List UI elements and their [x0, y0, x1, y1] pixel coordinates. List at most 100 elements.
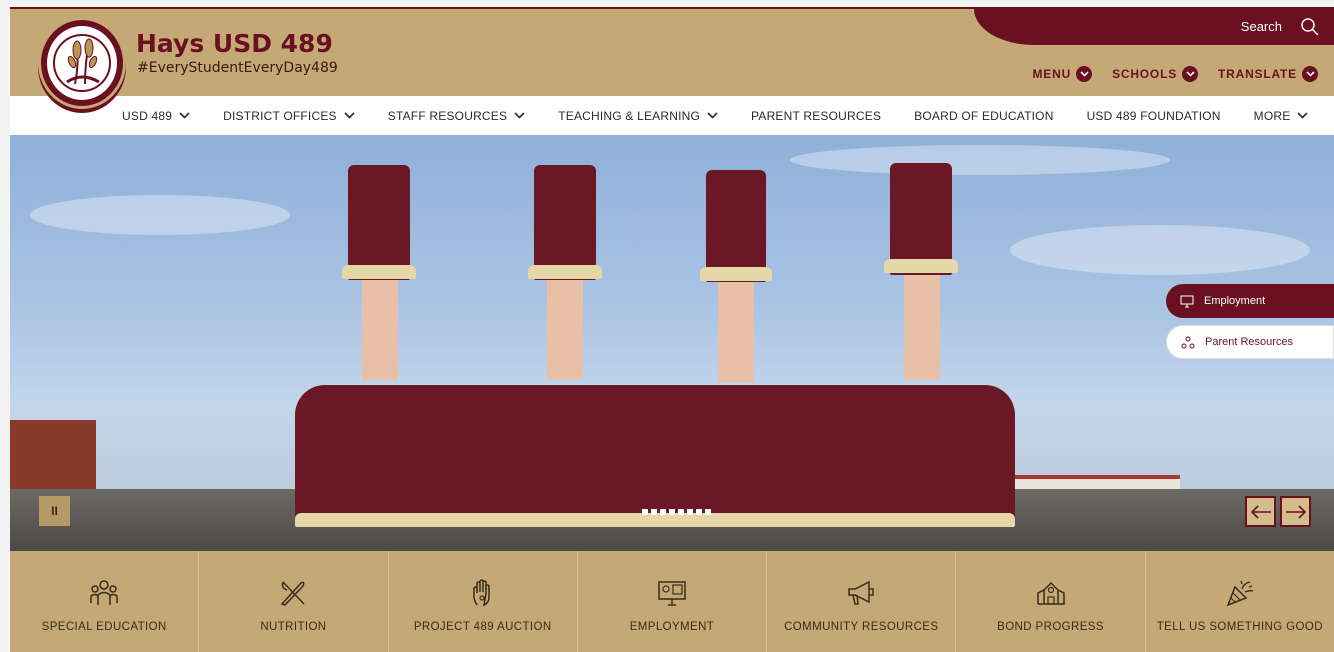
quick-link-tell-us-something-good[interactable]: TELL US SOMETHING GOOD — [1146, 551, 1334, 652]
translate-button[interactable]: TRANSLATE — [1218, 66, 1318, 82]
uniform-trim — [295, 513, 1015, 527]
quick-link-label: PROJECT 489 AUCTION — [413, 621, 552, 633]
pause-icon: II — [51, 504, 58, 518]
quick-link-community-resources[interactable]: COMMUNITY RESOURCES — [767, 551, 957, 652]
megaphone-icon — [848, 580, 875, 605]
translate-label: TRANSLATE — [1218, 67, 1297, 81]
nav-item-usd-489[interactable]: USD 489 — [122, 109, 190, 123]
nav-label: STAFF RESOURCES — [387, 108, 508, 123]
cloud — [790, 145, 1170, 175]
slide-dot[interactable] — [642, 509, 648, 515]
slide-arrows — [1245, 496, 1311, 527]
schools-button[interactable]: SCHOOLS — [1112, 66, 1199, 82]
nav-label: PARENT RESOURCES — [751, 108, 882, 123]
utility-nav: MENU SCHOOLS TRANSLATE — [1033, 66, 1318, 82]
next-slide-button[interactable] — [1280, 496, 1311, 527]
side-tab-employment[interactable]: Employment — [1166, 284, 1334, 318]
people-network-icon — [1181, 336, 1195, 348]
uniform-trim — [342, 265, 416, 279]
slide-indicators — [642, 509, 711, 515]
chevron-down-icon — [707, 112, 718, 119]
chevron-down-icon — [344, 112, 355, 119]
cheer-base-group — [295, 385, 1015, 525]
nav-item-parent-resources[interactable]: PARENT RESOURCES — [751, 109, 881, 123]
people-group-icon — [90, 580, 118, 605]
quick-link-label: BOND PROGRESS — [997, 621, 1104, 633]
menu-label: MENU — [1032, 67, 1072, 81]
page: Search Hays USD 489 #EveryStudentEveryDa… — [10, 7, 1334, 652]
nav-item-more[interactable]: MORE — [1254, 109, 1309, 123]
slide-dot[interactable] — [705, 509, 711, 515]
site-title[interactable]: Hays USD 489 — [136, 29, 333, 58]
side-tab-label: Parent Resources — [1205, 336, 1294, 348]
chevron-down-icon — [1302, 66, 1318, 82]
chevron-down-icon — [1182, 66, 1199, 82]
quick-link-label: EMPLOYMENT — [629, 621, 715, 633]
uniform-trim — [528, 265, 602, 279]
quick-link-label: TELL US SOMETHING GOOD — [1156, 621, 1323, 633]
main-nav: USD 489 DISTRICT OFFICES STAFF RESOURCES… — [10, 96, 1334, 135]
cheerleader — [348, 165, 410, 280]
nav-label: DISTRICT OFFICES — [223, 108, 337, 123]
nav-item-usd-489-foundation[interactable]: USD 489 FOUNDATION — [1087, 109, 1221, 123]
chevron-down-icon — [1076, 66, 1093, 82]
search-link[interactable]: Search — [1241, 19, 1282, 34]
legs — [718, 282, 754, 382]
chevron-down-icon — [179, 112, 190, 119]
side-tab-label: Employment — [1204, 295, 1266, 307]
legs — [362, 280, 398, 380]
raised-hand-icon — [472, 579, 490, 607]
previous-slide-button[interactable] — [1245, 496, 1276, 527]
slide-dot[interactable] — [651, 509, 657, 515]
quick-link-nutrition[interactable]: NUTRITION — [199, 551, 389, 652]
school-building-icon — [1036, 581, 1065, 605]
quick-link-label: COMMUNITY RESOURCES — [784, 621, 939, 633]
quick-link-employment[interactable]: EMPLOYMENT — [578, 551, 768, 652]
pause-button[interactable]: II — [39, 496, 70, 526]
fork-knife-icon — [281, 581, 305, 606]
side-tab-parent-resources[interactable]: Parent Resources — [1166, 325, 1334, 359]
chevron-down-icon — [514, 112, 525, 119]
party-popper-icon — [1226, 580, 1253, 607]
cloud — [30, 195, 290, 235]
uniform-trim — [700, 267, 772, 281]
nav-item-board-of-education[interactable]: BOARD OF EDUCATION — [914, 109, 1053, 123]
quick-link-bond-progress[interactable]: BOND PROGRESS — [956, 551, 1146, 652]
cloud — [1010, 225, 1310, 275]
slide-dot[interactable] — [696, 509, 702, 515]
slide-dot[interactable] — [669, 509, 675, 515]
nav-label: USD 489 FOUNDATION — [1086, 108, 1221, 123]
arrow-right-icon — [1285, 504, 1306, 519]
nav-label: USD 489 — [122, 108, 173, 123]
slide-dot[interactable] — [660, 509, 666, 515]
hero-slideshow: II — [10, 135, 1334, 551]
menu-button[interactable]: MENU — [1033, 66, 1093, 82]
computer-monitor-icon — [658, 581, 686, 606]
arrow-left-icon — [1250, 504, 1271, 519]
nav-item-staff-resources[interactable]: STAFF RESOURCES — [388, 109, 525, 123]
quick-link-special-education[interactable]: SPECIAL EDUCATION — [10, 551, 200, 652]
quick-links-bar: SPECIAL EDUCATION NUTRITION PROJECT 489 … — [10, 551, 1334, 652]
legs — [904, 275, 940, 380]
search-icon[interactable] — [1300, 17, 1320, 37]
site-header: Search Hays USD 489 #EveryStudentEveryDa… — [10, 7, 1334, 109]
wheat-logo-icon — [47, 26, 117, 100]
cheerleader — [706, 170, 766, 282]
chevron-down-icon — [1297, 112, 1309, 119]
computer-monitor-icon — [1180, 295, 1194, 307]
nav-label: TEACHING & LEARNING — [558, 108, 701, 123]
district-logo[interactable] — [38, 17, 126, 109]
nav-item-district-offices[interactable]: DISTRICT OFFICES — [223, 109, 355, 123]
slide-dot[interactable] — [678, 509, 684, 515]
nav-item-teaching-learning[interactable]: TEACHING & LEARNING — [558, 109, 718, 123]
site-tagline: #EveryStudentEveryDay489 — [137, 60, 338, 76]
slide-dot[interactable] — [687, 509, 693, 515]
cheerleader — [534, 165, 596, 280]
legs — [547, 280, 583, 380]
quick-link-label: SPECIAL EDUCATION — [41, 621, 167, 633]
schools-label: SCHOOLS — [1112, 67, 1178, 81]
quick-link-project-489-auction[interactable]: PROJECT 489 AUCTION — [389, 551, 578, 652]
nav-label: BOARD OF EDUCATION — [914, 108, 1054, 123]
uniform-trim — [884, 259, 958, 273]
nav-label: MORE — [1253, 108, 1291, 123]
